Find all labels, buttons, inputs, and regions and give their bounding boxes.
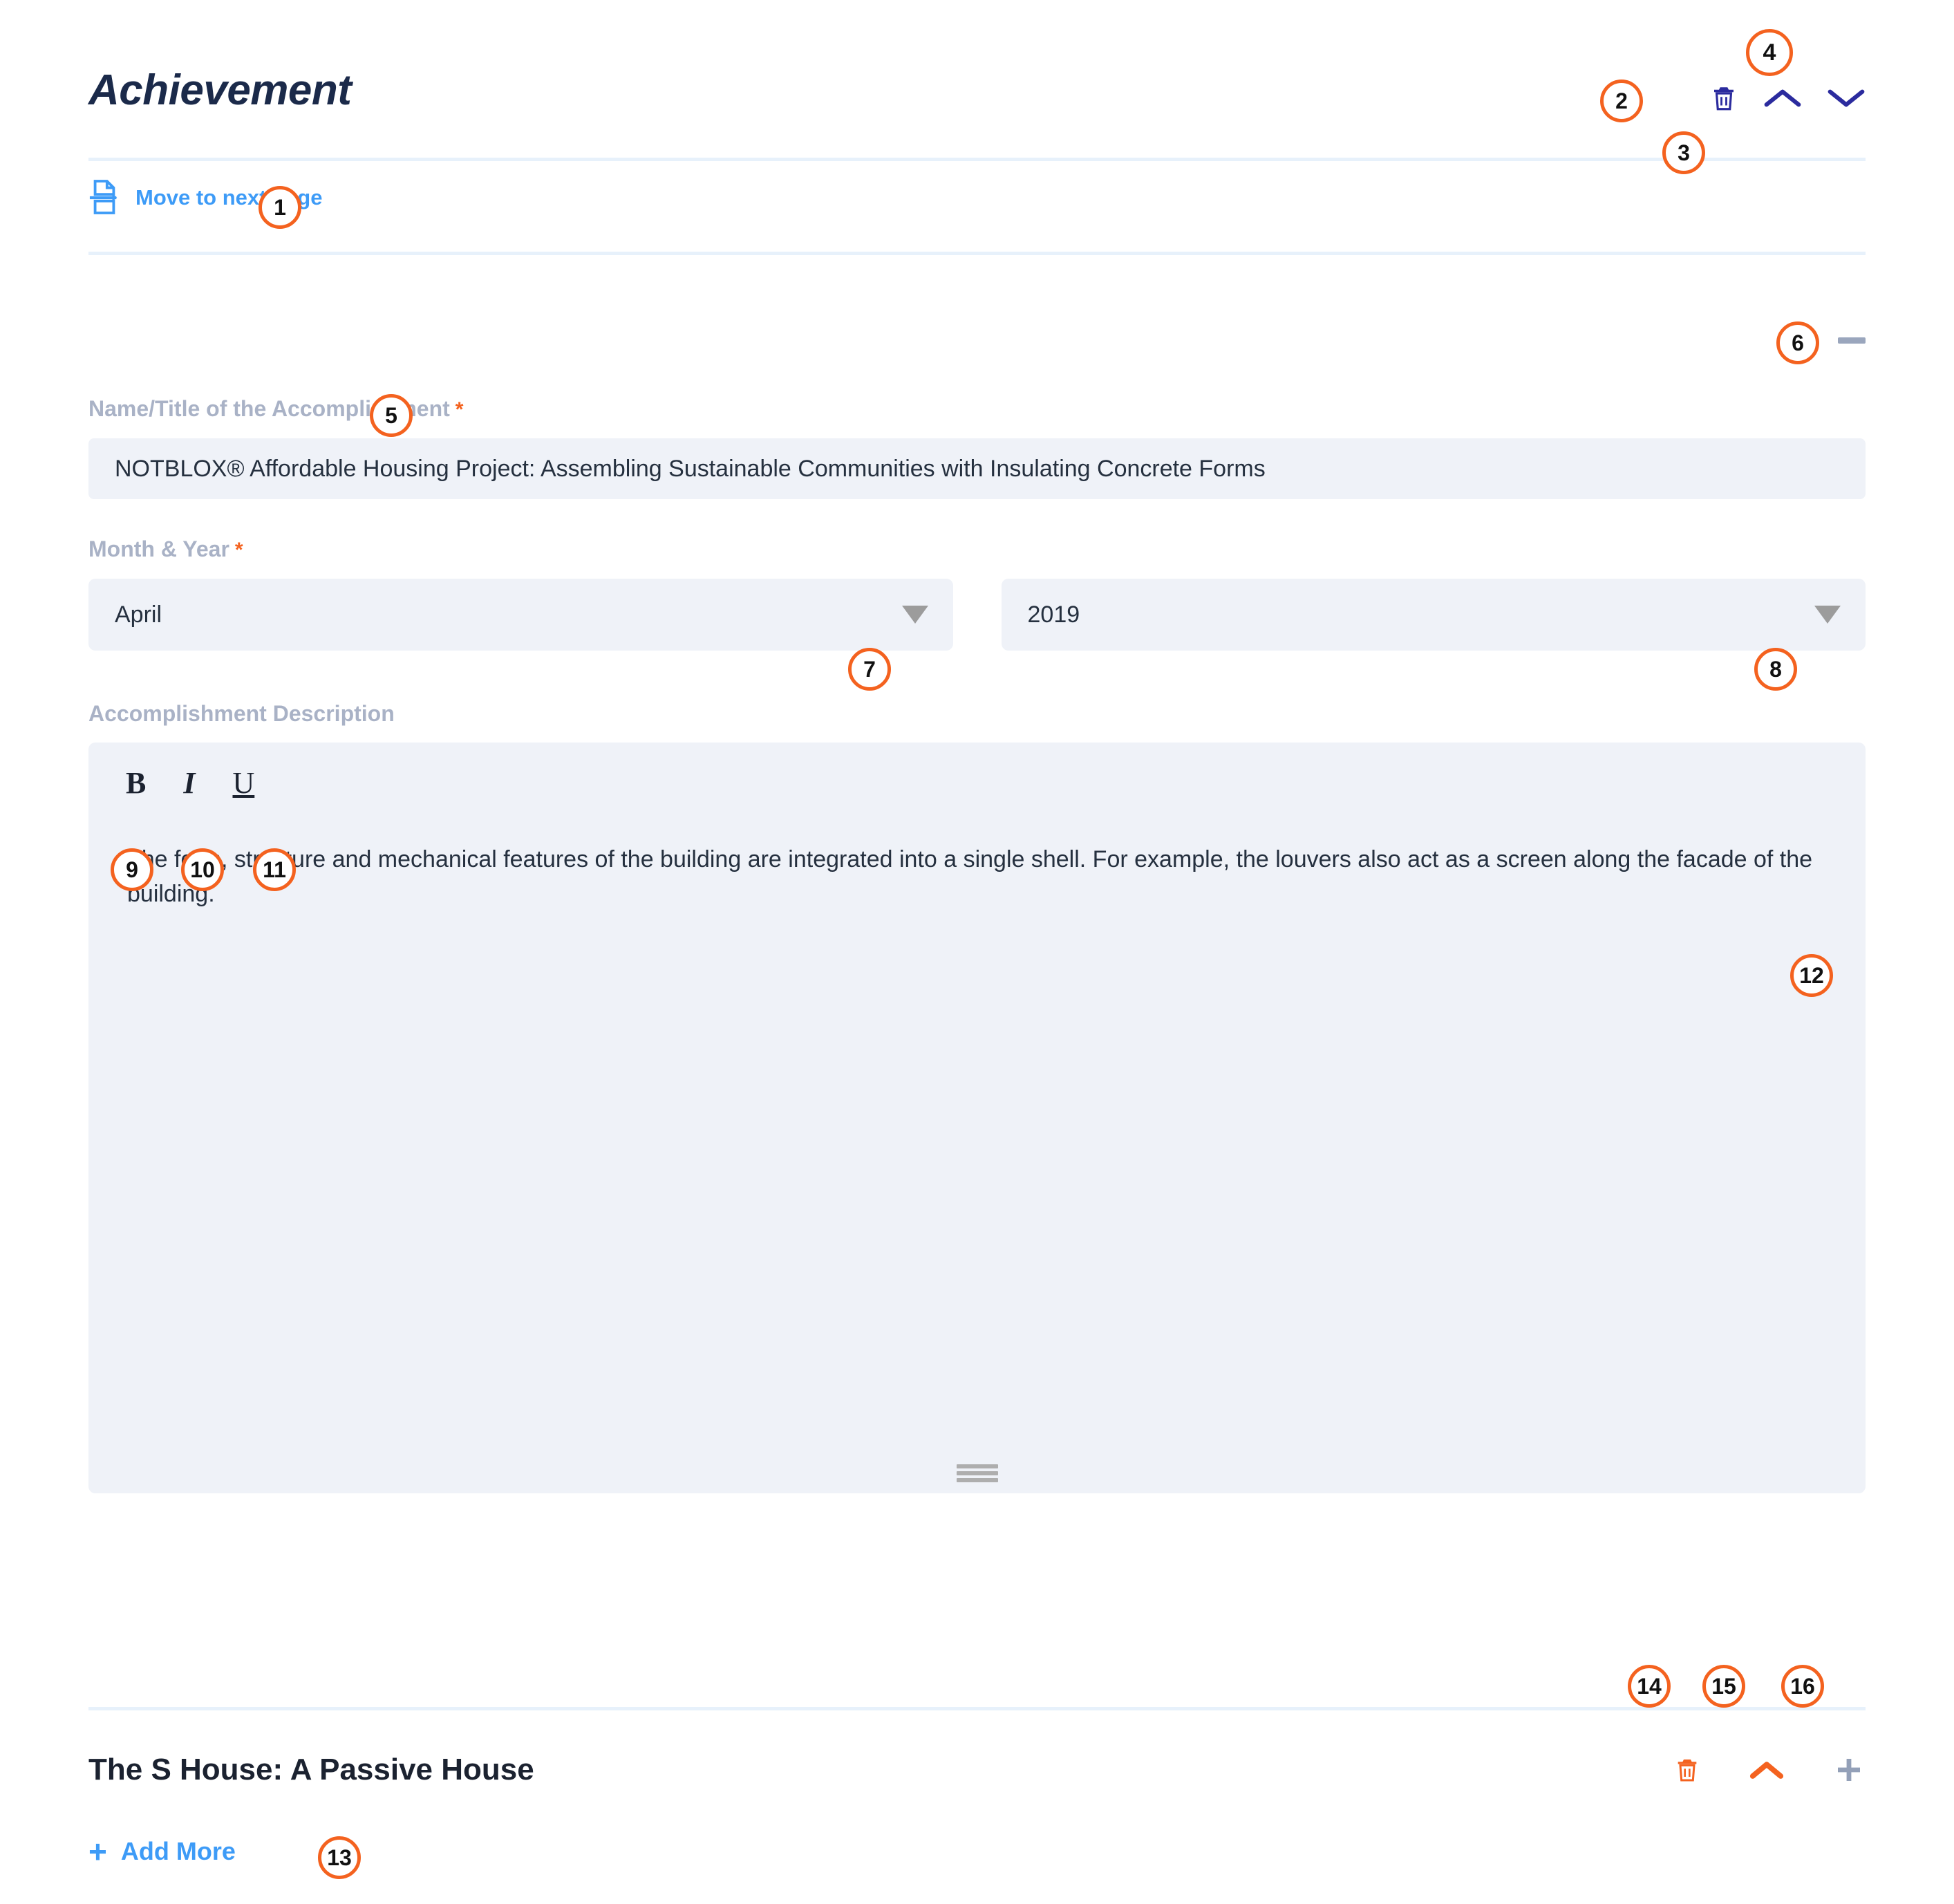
annotation-badge-12: 12 (1790, 954, 1833, 997)
divider-under-move (88, 252, 1866, 255)
annotation-badge-5: 5 (370, 394, 413, 437)
year-select-value: 2019 (1027, 601, 1080, 628)
collapsed-entry-row: The S House: A Passive House (88, 1728, 1866, 1811)
section-header-actions (1709, 82, 1866, 115)
italic-button[interactable]: I (183, 768, 195, 799)
delete-entry-button[interactable] (1673, 1754, 1701, 1786)
resize-bar (956, 1478, 998, 1482)
description-label: Accomplishment Description (88, 702, 1866, 725)
delete-section-button[interactable] (1709, 82, 1738, 115)
add-more-label: Add More (120, 1837, 236, 1865)
underline-button[interactable]: U (232, 768, 254, 799)
annotation-badge-15: 15 (1702, 1665, 1745, 1708)
bold-button[interactable]: B (126, 768, 146, 799)
description-textarea[interactable]: The form, structure and mechanical featu… (88, 791, 1866, 912)
annotation-badge-10: 10 (181, 848, 224, 891)
page-break-icon (89, 180, 118, 214)
resize-bar (956, 1471, 998, 1475)
collapsed-entry-actions (1673, 1753, 1866, 1786)
annotation-badge-1: 1 (259, 186, 301, 229)
annotation-badge-2: 2 (1600, 80, 1643, 122)
year-select[interactable]: 2019 (1001, 579, 1866, 651)
divider-top (88, 158, 1866, 161)
required-marker: * (455, 398, 464, 421)
annotation-badge-16: 16 (1781, 1665, 1824, 1708)
chevron-down-icon (1814, 606, 1841, 624)
annotation-badge-7: 7 (848, 648, 891, 691)
page-title: Achievement (88, 66, 352, 114)
move-section-down-button[interactable] (1827, 84, 1866, 112)
chevron-down-icon (901, 606, 928, 624)
description-label-text: Accomplishment Description (88, 701, 395, 726)
add-entry-button[interactable] (1832, 1753, 1866, 1786)
description-rich-text-editor: B I U The form, structure and mechanical… (88, 743, 1866, 1493)
add-more-button[interactable]: + Add More (88, 1836, 236, 1867)
section-header: Achievement (88, 69, 1866, 145)
required-marker: * (234, 539, 243, 561)
move-section-up-button[interactable] (1763, 84, 1802, 112)
annotation-badge-3: 3 (1662, 131, 1705, 174)
trash-icon (1678, 1760, 1697, 1782)
collapse-entry-control[interactable] (1838, 337, 1866, 344)
annotation-badge-8: 8 (1754, 648, 1797, 691)
rich-text-toolbar: B I U (88, 743, 1866, 799)
month-year-label: Month & Year * (88, 538, 1866, 561)
minus-icon (1838, 337, 1866, 344)
name-field-label: Name/Title of the Accomplishment * (88, 398, 1866, 420)
trash-icon (1714, 87, 1734, 111)
collapse-entry-button[interactable] (1748, 1758, 1785, 1782)
month-select-value: April (115, 601, 162, 628)
annotation-badge-4: 4 (1746, 29, 1793, 76)
month-select[interactable]: April (88, 579, 953, 651)
plus-icon: + (88, 1833, 107, 1869)
annotation-badge-11: 11 (253, 848, 296, 891)
plus-icon (1838, 1759, 1860, 1781)
annotation-badge-13: 13 (318, 1836, 361, 1879)
month-year-label-text: Month & Year (88, 536, 229, 561)
collapsed-entry-title: The S House: A Passive House (88, 1753, 534, 1786)
resize-handle[interactable] (956, 1464, 998, 1482)
annotation-badge-14: 14 (1628, 1665, 1671, 1708)
resize-bar (956, 1464, 998, 1468)
divider-bottom (88, 1707, 1866, 1710)
achievement-entry-form: Name/Title of the Accomplishment * NOTBLO… (88, 398, 1866, 1493)
annotation-badge-9: 9 (111, 848, 153, 891)
chevron-up-icon (1749, 1762, 1784, 1779)
chevron-down-icon (1828, 89, 1865, 107)
annotation-badge-6: 6 (1776, 321, 1819, 364)
month-year-row: April 2019 (88, 579, 1866, 651)
name-title-input[interactable]: NOTBLOX® Affordable Housing Project: Ass… (88, 438, 1866, 499)
chevron-up-icon (1764, 89, 1801, 107)
achievement-form-page: Achievement Move to next page Name/Title… (0, 0, 1954, 1904)
